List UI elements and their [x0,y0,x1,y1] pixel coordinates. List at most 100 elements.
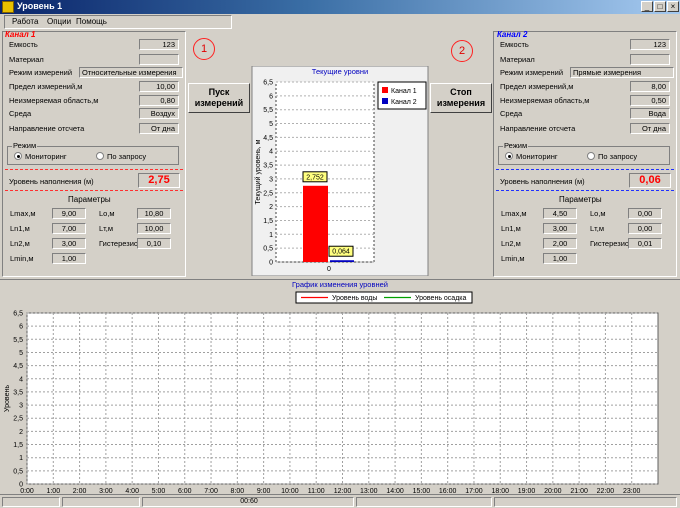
channel1-radio-on-request[interactable] [96,152,104,160]
maximize-button[interactable]: □ [654,1,666,12]
channel1-row-2-label: Режим измерений [9,68,73,77]
status-cell-2 [62,497,140,507]
channel2-param-3-field[interactable]: 0,00 [628,223,662,234]
bar-y-tick: 5,5 [263,107,273,114]
channel1-param-5-field[interactable]: 0,10 [137,238,171,249]
channel1-param-0-field[interactable]: 9,00 [52,208,86,219]
line-y-tick: 5 [19,350,23,357]
minimize-button[interactable]: _ [641,1,653,12]
close-button[interactable]: × [667,1,679,12]
line-x-tick: 1:00 [46,488,60,493]
line-x-tick: 10:00 [281,488,299,493]
channel2-row-5-field[interactable]: Вода [630,108,670,119]
channel2-param-4-field[interactable]: 2,00 [543,238,577,249]
line-x-tick: 6:00 [178,488,192,493]
bar-y-tick: 1 [269,232,273,239]
channel2-param-4-label: Ln2,м [501,239,521,248]
menu-item-help[interactable]: Помощь [76,17,107,26]
channel1-param-4-label: Ln2,м [10,239,30,248]
title-bar: Уровень 1 _ □ × [0,0,680,14]
line-x-tick: 7:00 [204,488,218,493]
line-y-tick: 6,5 [13,311,23,318]
channel2-param-5-field[interactable]: 0,01 [628,238,662,249]
channel1-param-2-field[interactable]: 7,00 [52,223,86,234]
bar-y-tick: 0 [269,260,273,267]
bar-y-axis-label: Текущий уровень, м [254,139,262,204]
channel2-param-3-label: Lт,м [590,224,605,233]
channel1-level-label: Уровень наполнения (м) [9,177,94,186]
channel2-param-1-label: Lo,м [590,209,606,218]
channel1-row-5-field[interactable]: Воздух [139,108,179,119]
line-x-tick: 20:00 [544,488,562,493]
channel1-row-0-label: Емкость [9,40,38,49]
line-x-tick: 17:00 [465,488,483,493]
menu-item-work[interactable]: Работа [12,17,38,26]
channel1-row-1-field[interactable] [139,54,179,65]
channel1-param-6-field[interactable]: 1,00 [52,253,86,264]
channel1-param-1-field[interactable]: 10,80 [137,208,171,219]
channel2-radio-monitoring[interactable] [505,152,513,160]
channel1-params-title: Параметры [68,195,111,204]
channel1-radio-monitoring[interactable] [14,152,22,160]
line-y-tick: 6 [19,324,23,331]
channel2-row-3-field[interactable]: 8,00 [630,81,670,92]
channel1-row-4-label: Неизмеряемая область,м [9,96,99,105]
channel2-radio-on-request[interactable] [587,152,595,160]
channel2-separator-top [496,169,674,170]
channel2-row-0-field[interactable]: 123 [630,39,670,50]
channel1-row-6-field[interactable]: От дна [139,123,179,134]
bar-y-tick: 3,5 [263,163,273,170]
channel1-row-4-field[interactable]: 0,80 [139,95,179,106]
line-x-tick: 23:00 [623,488,641,493]
stop-measure-button[interactable]: Стоп измерения [430,83,492,113]
line-y-tick: 3,5 [13,389,23,396]
channel2-measure-mode-field[interactable]: Прямые измерения [570,67,674,78]
line-chart-title: График изменения уровней [292,280,388,289]
channel2-param-5-label: Гистерезис [590,239,629,248]
bar-y-tick: 4 [269,149,273,156]
line-y-tick: 2 [19,429,23,436]
channel1-row-3-field[interactable]: 10,00 [139,81,179,92]
channel1-radio-on-request-label: По запросу [107,152,147,161]
start-measure-button[interactable]: Пуск измерений [188,83,250,113]
bar-value-label-0: 2,752 [306,174,324,181]
bar-legend-swatch-0 [382,87,388,93]
line-y-tick: 2,5 [13,416,23,423]
channel2-param-1-field[interactable]: 0,00 [628,208,662,219]
bar-x-tick: 0 [327,266,331,273]
level-history-chart: График изменения уровней 00,511,522,533,… [4,280,659,493]
channel2-param-2-field[interactable]: 3,00 [543,223,577,234]
bar-y-tick: 2,5 [263,190,273,197]
bar-legend-label-0: Канал 1 [391,88,417,95]
bar-chart-title: Текущие уровни [312,67,368,76]
channel2-mode-title: Режим [503,141,529,150]
channel1-param-0-label: Lmax,м [10,209,36,218]
menu-item-options[interactable]: Опции [47,17,71,26]
channel2-row-6-field[interactable]: От дна [630,123,670,134]
channel1-row-0-field[interactable]: 123 [139,39,179,50]
channel1-param-4-field[interactable]: 3,00 [52,238,86,249]
bar-y-tick: 3 [269,176,273,183]
line-x-tick: 18:00 [491,488,509,493]
line-x-tick: 15:00 [413,488,431,493]
channel2-param-0-field[interactable]: 4,50 [543,208,577,219]
channel2-row-2-label: Режим измерений [500,68,564,77]
channel2-row-5-label: Среда [500,109,523,118]
channel1-measure-mode-field[interactable]: Относительные измерения [79,67,183,78]
line-x-tick: 12:00 [334,488,352,493]
line-legend-label-1: Уровень осадка [415,295,466,302]
channel2-param-6-field[interactable]: 1,00 [543,253,577,264]
channel2-row-0-label: Емкость [500,40,529,49]
window-title: Уровень 1 [17,1,63,11]
status-cell-4 [356,497,492,507]
channel2-row-1-label: Материал [500,55,535,64]
start-measure-label: Пуск измерений [194,87,244,108]
bar-y-tick: 6,5 [263,80,273,87]
channel1-param-3-field[interactable]: 10,00 [137,223,171,234]
channel2-param-0-label: Lmax,м [501,209,527,218]
channel2-row-4-field[interactable]: 0,50 [630,95,670,106]
channel2-radio-monitoring-label: Мониторинг [516,152,558,161]
bar-legend-label-1: Канал 2 [391,99,417,106]
line-x-tick: 2:00 [73,488,87,493]
channel2-row-1-field[interactable] [630,54,670,65]
